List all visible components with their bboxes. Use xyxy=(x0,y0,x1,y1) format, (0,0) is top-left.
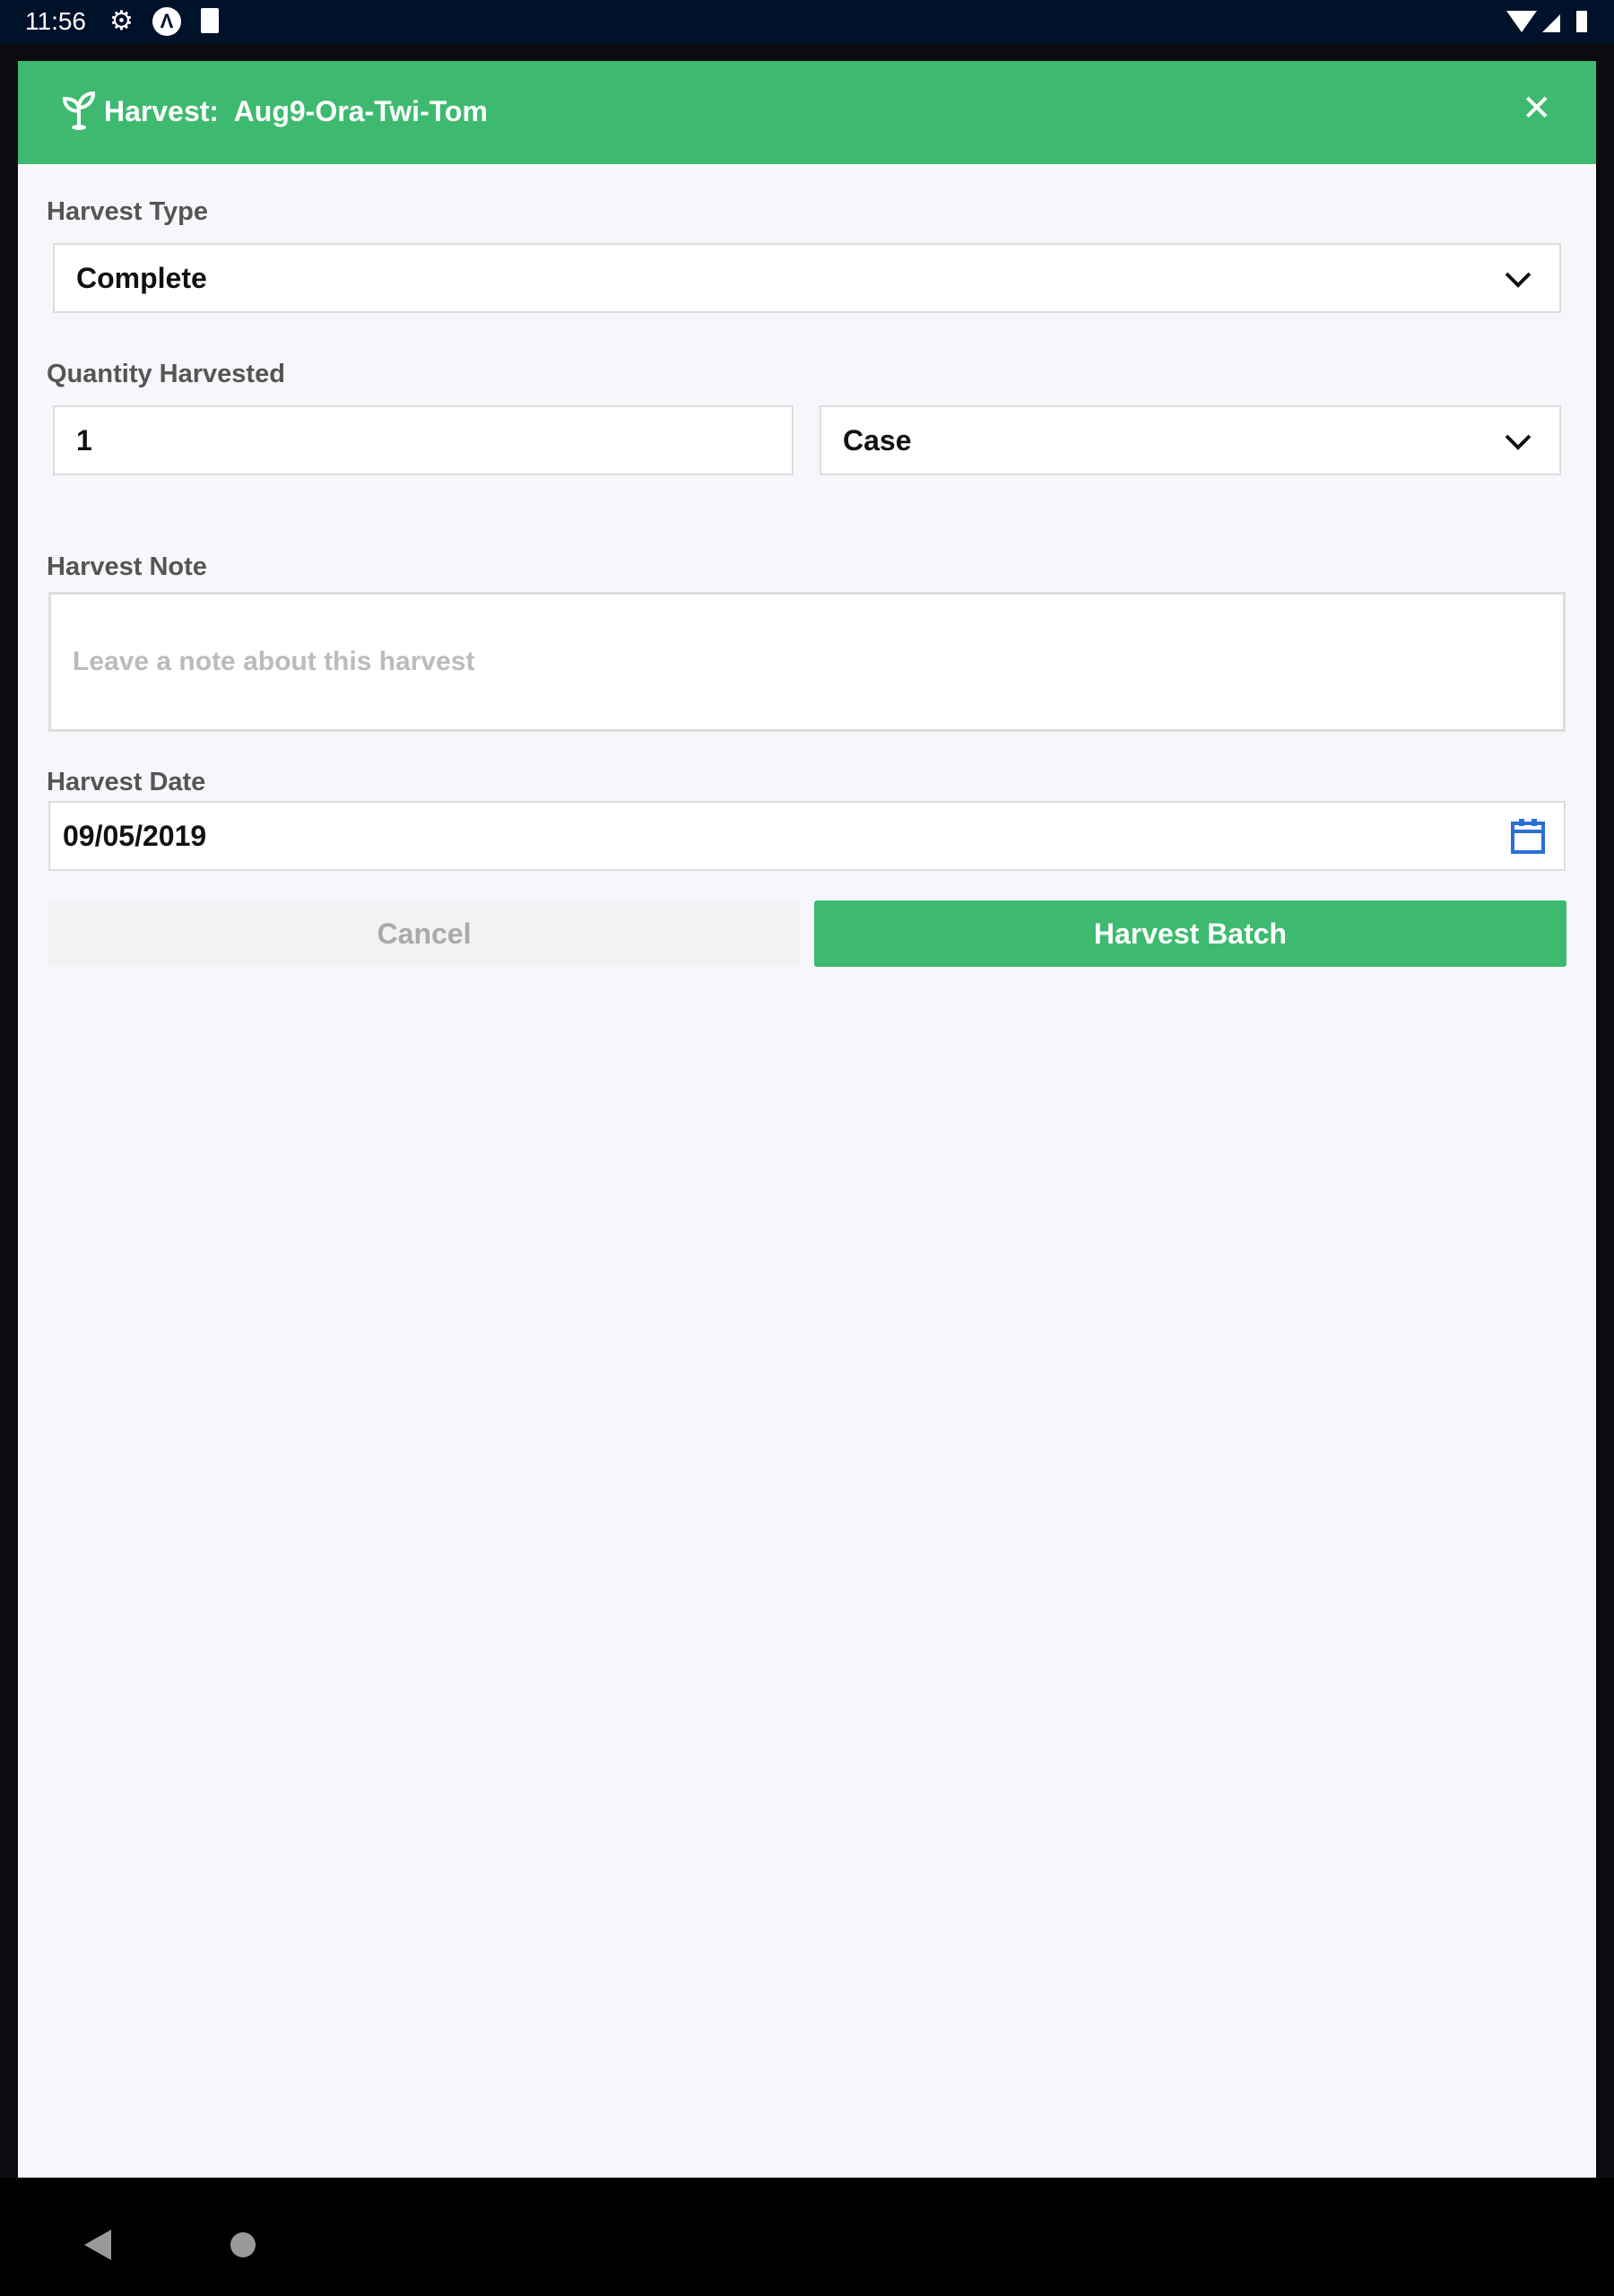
unit-value: Case xyxy=(843,423,912,457)
unit-select[interactable]: Case xyxy=(820,405,1561,475)
harvest-type-select[interactable]: Complete xyxy=(53,243,1561,313)
close-icon[interactable]: ✕ xyxy=(1522,88,1552,129)
calendar-icon[interactable] xyxy=(1510,817,1546,855)
modal-header: Harvest: Aug9-Ora-Twi-Tom ✕ xyxy=(18,61,1596,164)
note-textarea[interactable]: Leave a note about this harvest xyxy=(48,592,1566,732)
note-placeholder: Leave a note about this harvest xyxy=(73,647,475,676)
navigation-bar xyxy=(0,2178,1614,2296)
cancel-button[interactable]: Cancel xyxy=(48,900,800,967)
date-input[interactable]: 09/05/2019 xyxy=(48,801,1566,871)
date-label: Harvest Date xyxy=(47,768,206,796)
gear-icon: ⚙ xyxy=(109,6,134,36)
harvest-batch-button[interactable]: Harvest Batch xyxy=(814,900,1566,967)
home-icon[interactable] xyxy=(230,2232,256,2257)
sd-card-icon xyxy=(201,8,219,33)
date-value: 09/05/2019 xyxy=(63,819,207,852)
quantity-input[interactable]: 1 xyxy=(53,405,794,475)
quantity-value: 1 xyxy=(76,423,92,457)
note-label: Harvest Note xyxy=(47,552,207,581)
clock: 11:56 xyxy=(25,7,86,35)
modal-title: Harvest: Aug9-Ora-Twi-Tom xyxy=(104,95,488,127)
back-icon[interactable] xyxy=(84,2230,111,2260)
wifi-icon xyxy=(1506,11,1587,32)
quantity-label: Quantity Harvested xyxy=(47,360,285,388)
chevron-down-icon xyxy=(1505,272,1532,288)
status-bar: 11:56 ⚙ Λ xyxy=(0,0,1614,44)
harvest-modal: Harvest: Aug9-Ora-Twi-Tom ✕ Harvest Type… xyxy=(18,61,1596,2178)
seedling-icon xyxy=(62,91,96,130)
harvest-type-value: Complete xyxy=(76,261,207,294)
signal-icon xyxy=(1542,14,1560,32)
chevron-down-icon xyxy=(1505,434,1532,450)
harvest-type-label: Harvest Type xyxy=(47,197,208,226)
a-icon: Λ xyxy=(152,7,181,36)
battery-icon xyxy=(1576,11,1587,32)
